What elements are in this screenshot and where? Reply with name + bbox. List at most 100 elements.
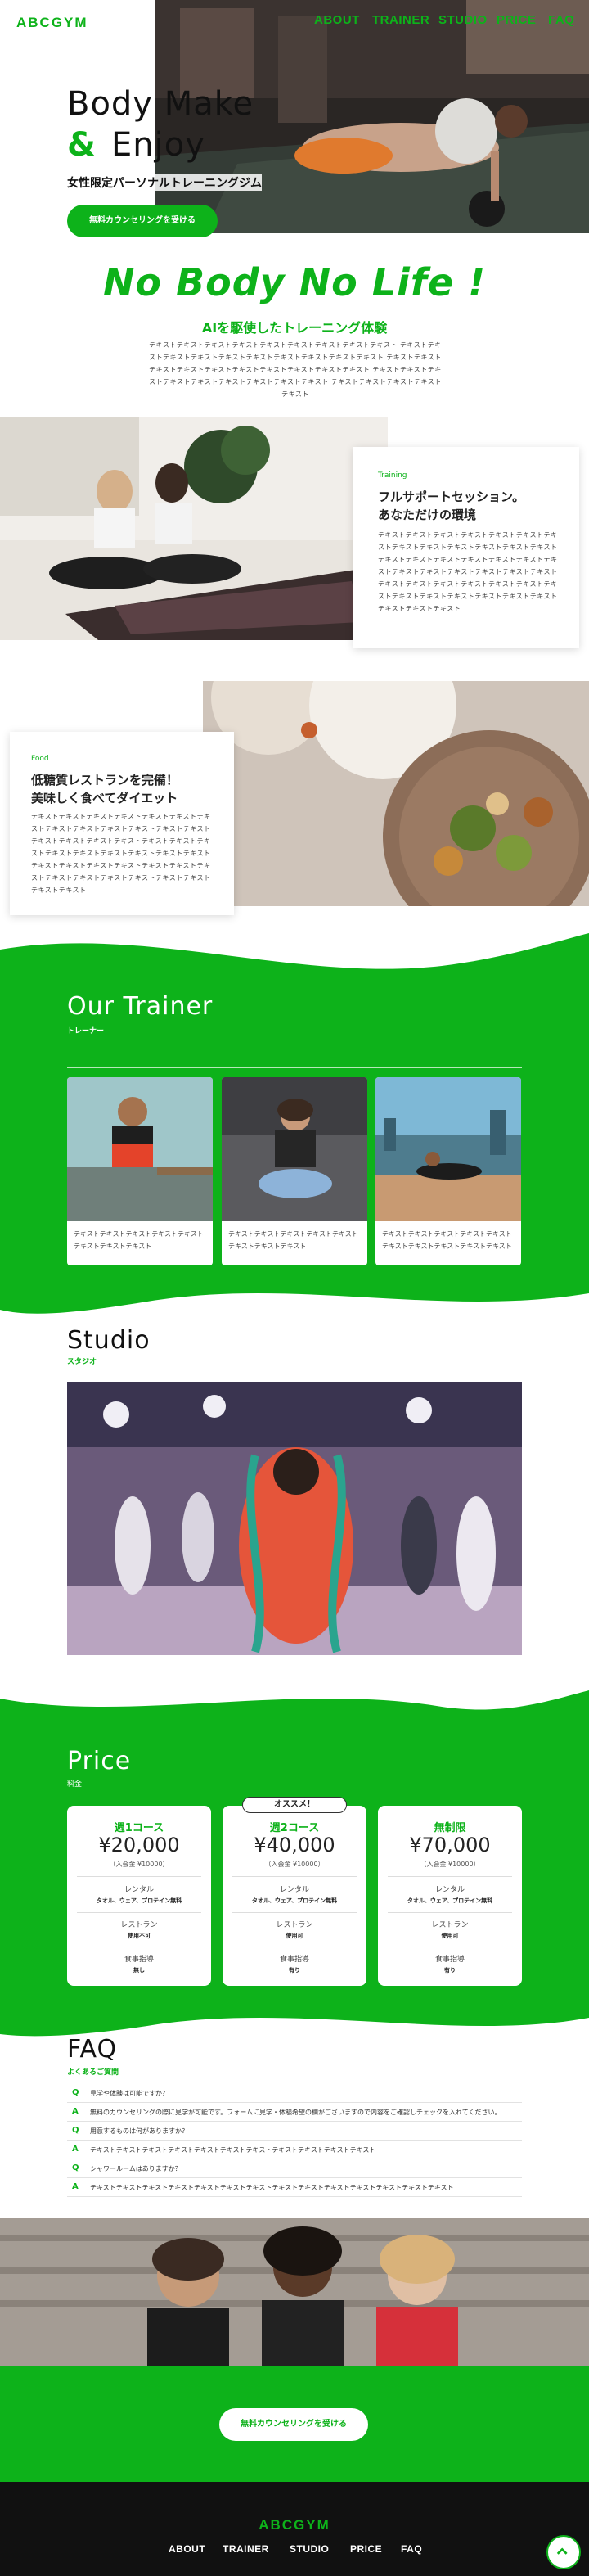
faq-a-mark: A xyxy=(72,2107,79,2116)
plan-restaurant-label-2: レストラン xyxy=(276,1921,313,1929)
studio-title: Studio xyxy=(67,1326,151,1355)
plan-rental-label-1: レンタル xyxy=(124,1886,154,1894)
hero-cta-button[interactable]: 無料カウンセリングを受ける xyxy=(67,205,218,237)
faq-q-mark: Q xyxy=(72,2163,79,2172)
footer-nav-price[interactable]: PRICE xyxy=(350,2543,382,2555)
plan-diet-label-2: 食事指導 xyxy=(279,1956,309,1964)
plan-fee-1: （入会金 ¥10000） xyxy=(109,1861,169,1868)
food-photo xyxy=(203,681,589,906)
food-body: テキストテキストテキストテキストテキストテキストテキストテキストテキストテキスト… xyxy=(31,813,211,894)
footer-nav-about[interactable]: ABOUT xyxy=(169,2543,205,2555)
plan-diet-1: 無し xyxy=(133,1967,145,1974)
plan-price-3: ¥70,000 xyxy=(409,1834,491,1856)
footer-nav-trainer[interactable]: TRAINER xyxy=(223,2543,269,2555)
hero-subtitle: 女性限定パーソナルトレーニングジム xyxy=(67,174,262,191)
about-body: テキストテキストテキストテキストテキストテキストテキストテキストテキスト テキス… xyxy=(149,341,442,398)
footer-nav-faq[interactable]: FAQ xyxy=(401,2543,422,2555)
trainer-photo-3 xyxy=(375,1077,521,1221)
trainer-photo-2 xyxy=(222,1077,367,1221)
price-card-1[interactable]: 週1コース ¥20,000 （入会金 ¥10000） レンタル タオル、ウェア、… xyxy=(67,1806,211,1986)
studio-photo xyxy=(67,1382,522,1655)
price-title: Price xyxy=(67,1747,132,1775)
faq-a-text: テキストテキストテキストテキストテキストテキストテキストテキストテキストテキスト… xyxy=(90,2146,376,2154)
food-heading-2: 美味しく食べてダイエット xyxy=(31,791,178,805)
trainer-sub: トレーナー xyxy=(67,1027,105,1035)
plan-fee-3: （入会金 ¥10000） xyxy=(420,1861,480,1868)
faq-title: FAQ xyxy=(67,2035,118,2064)
faq-sub: よくあるご質問 xyxy=(67,2068,119,2077)
studio-sub: スタジオ xyxy=(67,1358,97,1366)
faq-q1[interactable]: Q 見学や体験は可能ですか？ xyxy=(67,2085,522,2103)
footer-logo[interactable]: ABCGYM xyxy=(0,2517,589,2533)
plan-rental-label-3: レンタル xyxy=(434,1886,465,1894)
faq-a-mark: A xyxy=(72,2182,79,2191)
recommend-badge: オススメ！ xyxy=(242,1797,347,1813)
faq-a3: A テキストテキストテキストテキストテキストテキストテキストテキストテキストテキ… xyxy=(67,2179,522,2197)
faq-q2[interactable]: Q 用意するものは何がありますか？ xyxy=(67,2123,522,2141)
faq-a-mark: A xyxy=(72,2145,79,2154)
plan-restaurant-3: 使用可 xyxy=(441,1933,459,1939)
hero-title-amp: & xyxy=(67,126,96,164)
trainer-card-1[interactable]: テキストテキストテキストテキストテキストテキストテキストテキスト xyxy=(67,1077,213,1265)
plan-restaurant-label-1: レストラン xyxy=(120,1921,158,1929)
plan-restaurant-2: 使用可 xyxy=(286,1933,303,1939)
plan-diet-3: 有り xyxy=(444,1967,456,1974)
faq-q-text: 見学や体験は可能ですか？ xyxy=(90,2090,169,2097)
about-heading: AIを駆使したトレーニング体験 xyxy=(201,320,388,336)
plan-diet-label-3: 食事指導 xyxy=(434,1956,465,1964)
plan-name-3: 無制限 xyxy=(434,1822,466,1834)
trainer-text-2: テキストテキストテキストテキストテキストテキストテキストテキスト xyxy=(228,1230,358,1250)
trainer-divider xyxy=(67,1067,522,1068)
food-label: Food xyxy=(31,755,49,763)
plan-rental-3: タオル、ウェア、プロテイン無料 xyxy=(407,1897,493,1904)
faq-q-mark: Q xyxy=(72,2126,79,2135)
trainer-title: Our Trainer xyxy=(67,992,214,1021)
faq-a-text: 無料のカウンセリングの際に見学が可能です。フォームに見学・体験希望の欄がございま… xyxy=(90,2109,501,2116)
trainer-card-2[interactable]: テキストテキストテキストテキストテキストテキストテキストテキスト xyxy=(222,1077,367,1265)
nav-price[interactable]: PRICE xyxy=(497,13,536,27)
food-card: Food 低糖質レストランを完備！ 美味しく食べてダイエット テキストテキストテ… xyxy=(10,732,234,915)
faq-q-mark: Q xyxy=(72,2088,79,2097)
trainer-text-3: テキストテキストテキストテキストテキストテキストテキストテキストテキストテキスト xyxy=(382,1230,512,1250)
nav-studio[interactable]: STUDIO xyxy=(438,13,488,27)
food-heading-1: 低糖質レストランを完備！ xyxy=(31,773,179,787)
faq-q3[interactable]: Q シャワールームはありますか？ xyxy=(67,2160,522,2178)
chevron-up-icon xyxy=(556,2547,568,2555)
plan-name-1: 週1コース xyxy=(114,1822,164,1834)
plan-diet-label-1: 食事指導 xyxy=(124,1956,154,1964)
plan-rental-label-2: レンタル xyxy=(279,1886,309,1894)
plan-rental-1: タオル、ウェア、プロテイン無料 xyxy=(96,1897,182,1904)
plan-price-1: ¥20,000 xyxy=(98,1834,180,1856)
hero-title-line1: Body Make xyxy=(67,85,254,123)
price-sub: 料金 xyxy=(67,1780,83,1789)
faq-a1: A 無料のカウンセリングの際に見学が可能です。フォームに見学・体験希望の欄がござ… xyxy=(67,2104,522,2122)
plan-rental-2: タオル、ウェア、プロテイン無料 xyxy=(251,1897,338,1904)
faq-a2: A テキストテキストテキストテキストテキストテキストテキストテキストテキストテキ… xyxy=(67,2141,522,2159)
women-photo xyxy=(0,2218,589,2366)
trainer-card-3[interactable]: テキストテキストテキストテキストテキストテキストテキストテキストテキストテキスト xyxy=(375,1077,521,1265)
footer-nav-studio[interactable]: STUDIO xyxy=(290,2543,329,2555)
trainer-text-1: テキストテキストテキストテキストテキストテキストテキストテキスト xyxy=(74,1230,204,1250)
faq-q-text: 用意するものは何がありますか？ xyxy=(90,2127,188,2135)
training-heading-2: あなただけの環境 xyxy=(378,508,477,522)
plan-fee-2: （入会金 ¥10000） xyxy=(264,1861,325,1868)
training-label: Training xyxy=(378,471,407,480)
hero-title-line2: Enjoy xyxy=(111,126,205,164)
nav-about[interactable]: ABOUT xyxy=(314,13,360,27)
plan-price-2: ¥40,000 xyxy=(254,1834,335,1856)
price-card-2[interactable]: 週2コース ¥40,000 （入会金 ¥10000） レンタル タオル、ウェア、… xyxy=(223,1806,366,1986)
training-heading-1: フルサポートセッション。 xyxy=(378,489,525,504)
plan-diet-2: 有り xyxy=(289,1967,300,1974)
training-card: Training フルサポートセッション。 あなただけの環境 テキストテキストテ… xyxy=(353,447,579,648)
training-photo xyxy=(0,417,388,640)
faq-a-text: テキストテキストテキストテキストテキストテキストテキストテキストテキストテキスト… xyxy=(90,2184,454,2191)
trainer-photo-1 xyxy=(67,1077,213,1221)
nav-trainer[interactable]: TRAINER xyxy=(372,13,429,27)
plan-restaurant-1: 使用不可 xyxy=(128,1933,151,1939)
bottom-cta-button[interactable]: 無料カウンセリングを受ける xyxy=(219,2408,368,2441)
back-to-top-button[interactable] xyxy=(546,2535,581,2569)
nav-faq[interactable]: FAQ xyxy=(548,13,574,27)
price-card-3[interactable]: 無制限 ¥70,000 （入会金 ¥10000） レンタル タオル、ウェア、プロ… xyxy=(378,1806,522,1986)
logo[interactable]: ABCGYM xyxy=(16,15,88,31)
faq-q-text: シャワールームはありますか？ xyxy=(90,2165,182,2172)
